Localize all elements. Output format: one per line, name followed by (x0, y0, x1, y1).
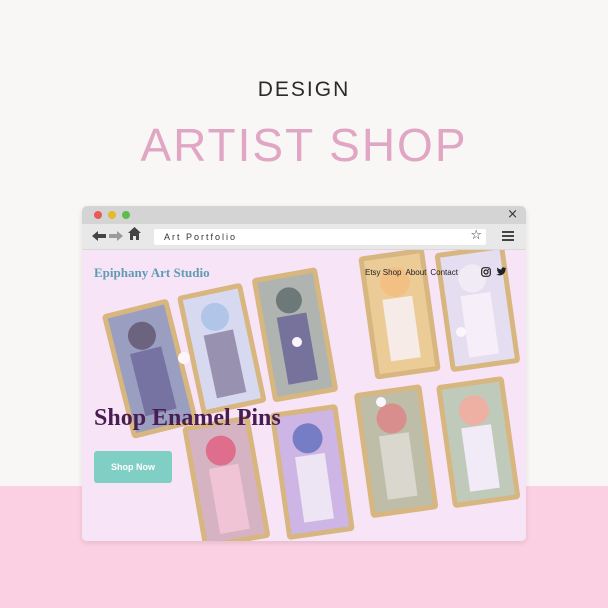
minimize-window-dot[interactable] (108, 211, 116, 219)
browser-toolbar: Art Portfolio ☆ (82, 224, 526, 250)
kicker-text: DESIGN (257, 78, 351, 101)
forward-arrow-icon[interactable] (109, 228, 123, 246)
back-arrow-icon[interactable] (92, 228, 106, 246)
address-text[interactable]: Art Portfolio (164, 230, 237, 244)
site-brand-logo[interactable]: Epiphany Art Studio (94, 265, 210, 281)
twitter-icon[interactable] (496, 267, 507, 280)
page-headline: ARTIST SHOP (140, 119, 468, 171)
bookmark-star-icon[interactable]: ☆ (470, 228, 482, 244)
nav-link-etsy-shop[interactable]: Etsy Shop (365, 268, 401, 277)
color-wash-overlay (82, 250, 526, 541)
shop-now-button[interactable]: Shop Now (94, 451, 172, 483)
nav-link-about[interactable]: About (405, 268, 426, 277)
home-icon[interactable] (128, 227, 141, 245)
instagram-icon[interactable] (481, 267, 491, 280)
close-window-dot[interactable] (94, 211, 102, 219)
maximize-window-dot[interactable] (122, 211, 130, 219)
close-icon[interactable]: × (507, 207, 518, 223)
hero-title: Shop Enamel Pins (94, 405, 281, 431)
site-nav: Etsy Shop About Contact (365, 268, 458, 277)
website-page: Epiphany Art Studio Etsy Shop About Cont… (82, 250, 526, 541)
browser-titlebar: × (82, 206, 526, 224)
address-bar[interactable]: Art Portfolio ☆ (154, 228, 486, 245)
nav-link-contact[interactable]: Contact (430, 268, 458, 277)
browser-window: × Art Portfolio ☆ Epiphany Art Studio Et… (82, 206, 526, 541)
hamburger-menu-icon[interactable] (502, 231, 514, 242)
